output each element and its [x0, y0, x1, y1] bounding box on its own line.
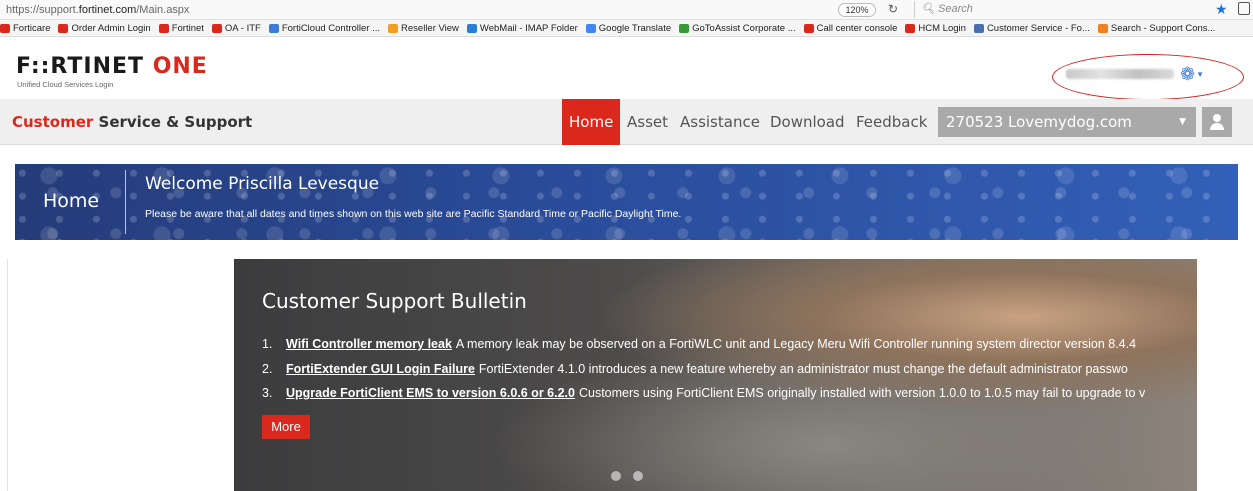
nav-asset[interactable]: Asset — [627, 99, 668, 145]
bookmark-favicon-icon — [211, 23, 222, 33]
bookmark-item[interactable]: Reseller View — [388, 23, 459, 34]
bookmark-favicon-icon — [0, 23, 10, 33]
welcome-message: Welcome Priscilla Levesque — [145, 174, 380, 194]
carousel-dot[interactable] — [611, 471, 621, 481]
bookmark-favicon-icon — [466, 23, 477, 33]
reload-icon[interactable]: ↻ — [888, 2, 898, 16]
browser-search-input[interactable]: 🔍︎ Search — [914, 1, 1204, 18]
main-nav-bar: Customer Service & Support Home Asset As… — [0, 99, 1253, 145]
bookmark-favicon-icon — [1097, 23, 1108, 33]
timezone-note: Please be aware that all dates and times… — [145, 208, 682, 220]
bulletin-item: 1. Wifi Controller memory leak A memory le… — [262, 337, 1137, 351]
bookmark-item[interactable]: Call center console — [803, 23, 897, 34]
bulletin-item: 2. FortiExtender GUI Login Failure FortiEx… — [262, 362, 1128, 376]
user-icon — [1213, 114, 1221, 122]
bookmark-favicon-icon — [58, 23, 69, 33]
bookmark-favicon-icon — [388, 23, 399, 33]
bookmark-item[interactable]: Fortinet — [158, 23, 204, 34]
bulletin-link[interactable]: Upgrade FortiClient EMS to version 6.0.6… — [286, 386, 575, 400]
bookmark-favicon-icon — [973, 23, 984, 33]
annotation-circle — [1052, 54, 1244, 100]
bookmarks-menu-icon[interactable] — [1238, 2, 1250, 15]
carousel-dot[interactable] — [633, 471, 643, 481]
bookmark-item[interactable]: Customer Service - Fo... — [973, 23, 1090, 34]
bookmark-item[interactable]: Forticare — [0, 23, 50, 34]
fortinet-one-logo[interactable]: F::RTINET ONE — [16, 56, 208, 78]
bookmarks-bar: Forticare Order Admin Login Fortinet OA - I… — [0, 20, 1253, 37]
more-button[interactable]: More — [262, 415, 310, 439]
bookmark-item[interactable]: HCM Login — [905, 23, 966, 34]
bookmark-item[interactable]: Order Admin Login — [58, 23, 151, 34]
bookmark-item[interactable]: WebMail - IMAP Folder — [466, 23, 578, 34]
bookmark-favicon-icon — [158, 23, 169, 33]
nav-assistance[interactable]: Assistance — [680, 99, 760, 145]
bookmark-item[interactable]: Search - Support Cons... — [1097, 23, 1215, 34]
bookmark-favicon-icon — [585, 23, 596, 33]
bulletin-item: 3. Upgrade FortiClient EMS to version 6.0… — [262, 386, 1146, 400]
bulletin-link[interactable]: Wifi Controller memory leak — [286, 337, 452, 351]
site-brand[interactable]: Customer Service & Support — [12, 113, 252, 131]
chevron-down-icon: ▼ — [1179, 117, 1186, 127]
nav-home[interactable]: Home — [562, 99, 621, 145]
bookmark-item[interactable]: OA - ITF — [211, 23, 261, 34]
nav-download[interactable]: Download — [770, 99, 845, 145]
support-bulletin-carousel: Customer Support Bulletin 1. Wifi Control… — [234, 259, 1197, 491]
search-icon: 🔍︎ — [921, 3, 939, 15]
logo-subtitle: Unified Cloud Services Login — [17, 80, 114, 89]
bookmark-favicon-icon — [679, 23, 690, 33]
page-title: Home — [43, 190, 100, 212]
bookmark-star-icon[interactable]: ★ — [1215, 1, 1228, 18]
nav-feedback[interactable]: Feedback — [856, 99, 927, 145]
bookmark-item[interactable]: GoToAssist Corporate ... — [679, 23, 796, 34]
bulletin-link[interactable]: FortiExtender GUI Login Failure — [286, 362, 475, 376]
welcome-banner: Home Welcome Priscilla Levesque Please b… — [15, 164, 1238, 240]
bookmark-item[interactable]: FortiCloud Controller ... — [268, 23, 380, 34]
bookmark-favicon-icon — [905, 23, 916, 33]
bookmark-item[interactable]: Google Translate — [585, 23, 671, 34]
bookmark-favicon-icon — [268, 23, 279, 33]
account-select[interactable]: 270523 Lovemydog.com ▼ — [938, 107, 1196, 137]
zoom-level-badge[interactable]: 120% — [838, 3, 876, 17]
account-profile-button[interactable] — [1202, 107, 1232, 137]
bookmark-favicon-icon — [803, 23, 814, 33]
browser-address-bar: https://support.fortinet.com/Main.aspx 1… — [0, 0, 1253, 20]
bulletin-title: Customer Support Bulletin — [262, 289, 527, 313]
banner-divider — [125, 170, 126, 234]
left-divider — [7, 259, 8, 491]
